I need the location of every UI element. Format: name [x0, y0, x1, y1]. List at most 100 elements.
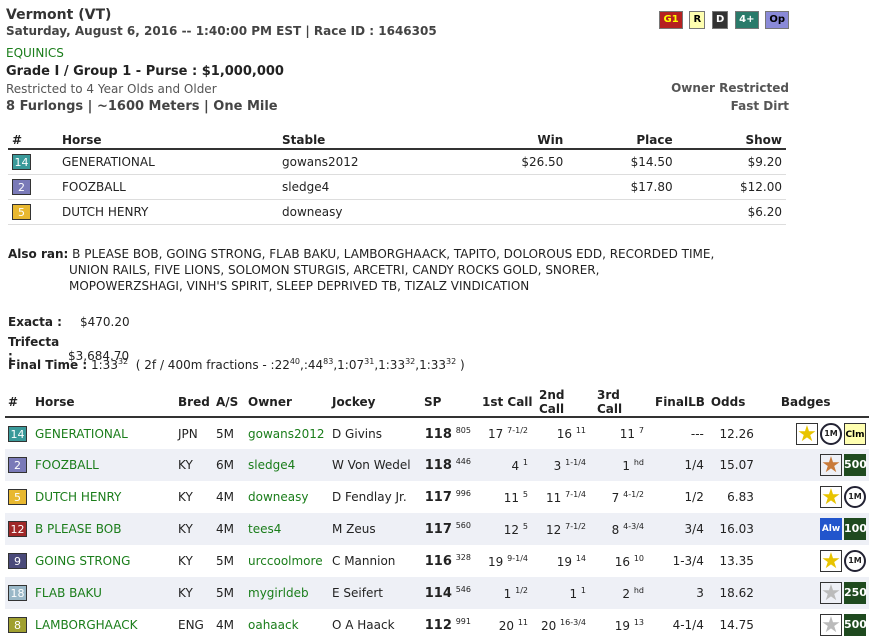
age-sex: 4M — [216, 618, 234, 632]
table-row: 14 GENERATIONAL JPN 5M gowans2012 D Givins 118… — [5, 417, 869, 449]
owner-link[interactable]: tees4 — [245, 513, 329, 545]
fractions-prefix: ( 2f / 400m fractions - :22 — [135, 358, 290, 372]
speed-sup: 328 — [455, 553, 471, 562]
speed-sup: 446 — [455, 457, 471, 466]
also-ran-line-2: UNION RAILS, FIVE LIONS, SOLOMON STURGIS… — [69, 263, 600, 277]
place-payout: $17.80 — [567, 174, 677, 200]
program-number: 8 — [8, 617, 27, 633]
owner-link[interactable]: downeasy — [245, 481, 329, 513]
program-number: 12 — [8, 521, 27, 537]
final-lb: --- — [690, 426, 704, 441]
call-1-margin: 1 — [522, 457, 528, 467]
place-payout — [567, 199, 677, 225]
bred: KY — [175, 577, 213, 609]
badges: ★ 1M — [778, 545, 869, 577]
call-3: 11 — [619, 427, 636, 441]
fractions-suffix: ) — [460, 358, 465, 372]
col-as: A/S — [213, 388, 245, 418]
final-time-label: Final Time : — [8, 358, 88, 372]
call-1-margin: 9-1/4 — [507, 553, 528, 563]
odds: 18.62 — [707, 577, 778, 609]
call-2: 19 — [556, 554, 572, 569]
horse-link[interactable]: GOING STRONG — [32, 545, 175, 577]
claiming-icon: Clm — [844, 422, 866, 445]
owner-link[interactable]: oahaack — [245, 609, 329, 641]
horse-link[interactable]: FOOZBALL — [32, 449, 175, 481]
table-row: 18 FLAB BAKU KY 5M mygirldeb E Seifert 114 546… — [5, 577, 869, 609]
age-sex: 4M — [216, 490, 234, 504]
exacta-value: $470.20 — [80, 315, 130, 329]
horse-link[interactable]: DUTCH HENRY — [32, 481, 175, 513]
bred: JPN — [178, 426, 198, 441]
fraction-sup: 31 — [364, 357, 375, 366]
win-payout: $26.50 — [458, 149, 568, 175]
col-num: # — [8, 131, 58, 150]
fraction: ,:44 — [300, 358, 324, 372]
call-1: 20 — [498, 618, 514, 633]
badges: ★ 500 — [778, 609, 869, 641]
odds: 15.07 — [707, 449, 778, 481]
call-1-margin: 7-1/2 — [507, 426, 528, 435]
tag-d: D — [712, 11, 729, 29]
owner-link[interactable]: gowans2012 — [245, 417, 329, 449]
odds: 12.26 — [719, 426, 754, 441]
owner-link[interactable]: sledge4 — [245, 449, 329, 481]
call-2: 12 — [546, 522, 562, 537]
horse-link[interactable]: GENERATIONAL — [32, 417, 175, 449]
race-location: Vermont (VT) — [6, 7, 112, 23]
final-lb: 1/2 — [684, 490, 704, 504]
track-link[interactable]: EQUINICS — [6, 46, 64, 60]
col-badges: Badges — [777, 388, 869, 418]
horse-link[interactable]: FLAB BAKU — [32, 577, 175, 609]
age-sex: 5M — [213, 577, 245, 609]
call-2: 3 — [553, 458, 562, 473]
speed-figure: 117 — [424, 522, 452, 537]
speed-figure: 118 — [424, 426, 452, 442]
bred: KY — [175, 513, 213, 545]
col-horse: Horse — [32, 388, 175, 418]
jockey: D Fendlay Jr. — [332, 490, 407, 504]
call-2-margin: 1 — [580, 585, 586, 595]
odds: 13.35 — [719, 554, 754, 568]
also-ran-line-3: MOPOWERZSHAGI, VINH'S SPIRIT, SLEEP DEPR… — [69, 279, 530, 293]
col-win: Win — [458, 131, 568, 150]
table-row: 2 FOOZBALL sledge4 $17.80 $12.00 — [8, 174, 786, 200]
call-1-margin: 5 — [522, 521, 528, 531]
badges: ★ 1M Clm — [778, 417, 869, 449]
table-row: 8 LAMBORGHAACK ENG 4M oahaack O A Haack 112 99… — [5, 609, 869, 641]
owner-link[interactable]: urccoolmore — [245, 545, 329, 577]
horse-name: GENERATIONAL — [58, 149, 278, 175]
distance: 8 Furlongs | ~1600 Meters | One Mile — [6, 99, 278, 114]
program-number: 2 — [12, 178, 31, 195]
bred: KY — [175, 449, 213, 481]
program-number: 5 — [12, 203, 31, 220]
col-place: Place — [567, 131, 677, 150]
call-3-margin: hd — [633, 585, 644, 595]
col-3rd-call: 3rd Call — [594, 388, 652, 418]
tag-r: R — [689, 11, 706, 29]
bred: ENG — [178, 618, 204, 632]
call-2-margin: 1-1/4 — [565, 457, 586, 467]
also-ran: Also ran: B PLEASE BOB, GOING STRONG, FL… — [8, 246, 714, 294]
owner-link[interactable]: mygirldeb — [245, 577, 329, 609]
final-lb: 3 — [652, 577, 708, 609]
col-odds: Odds — [707, 388, 778, 418]
exacta: Exacta : $470.20 — [8, 315, 130, 329]
restriction: Restricted to 4 Year Olds and Older — [6, 82, 217, 96]
horse-link[interactable]: B PLEASE BOB — [32, 513, 175, 545]
jockey: O A Haack — [332, 618, 395, 632]
horse-name: DUTCH HENRY — [58, 199, 278, 225]
earnings-badge-icon: 500 — [844, 454, 867, 476]
call-3-margin: 13 — [633, 617, 644, 627]
horse-link[interactable]: LAMBORGHAACK — [32, 609, 175, 641]
fraction-sup: 40 — [289, 357, 301, 366]
call-2: 20 — [540, 618, 557, 633]
earnings-1m-icon: 1M — [820, 422, 842, 445]
call-2: 11 — [546, 490, 562, 505]
program-number: 5 — [8, 489, 27, 505]
call-3-margin: 4-1/2 — [623, 489, 644, 499]
speed-figure: 112 — [424, 618, 452, 633]
stable-name: gowans2012 — [278, 149, 458, 175]
odds: 6.83 — [727, 490, 754, 504]
show-payout: $9.20 — [676, 149, 786, 175]
